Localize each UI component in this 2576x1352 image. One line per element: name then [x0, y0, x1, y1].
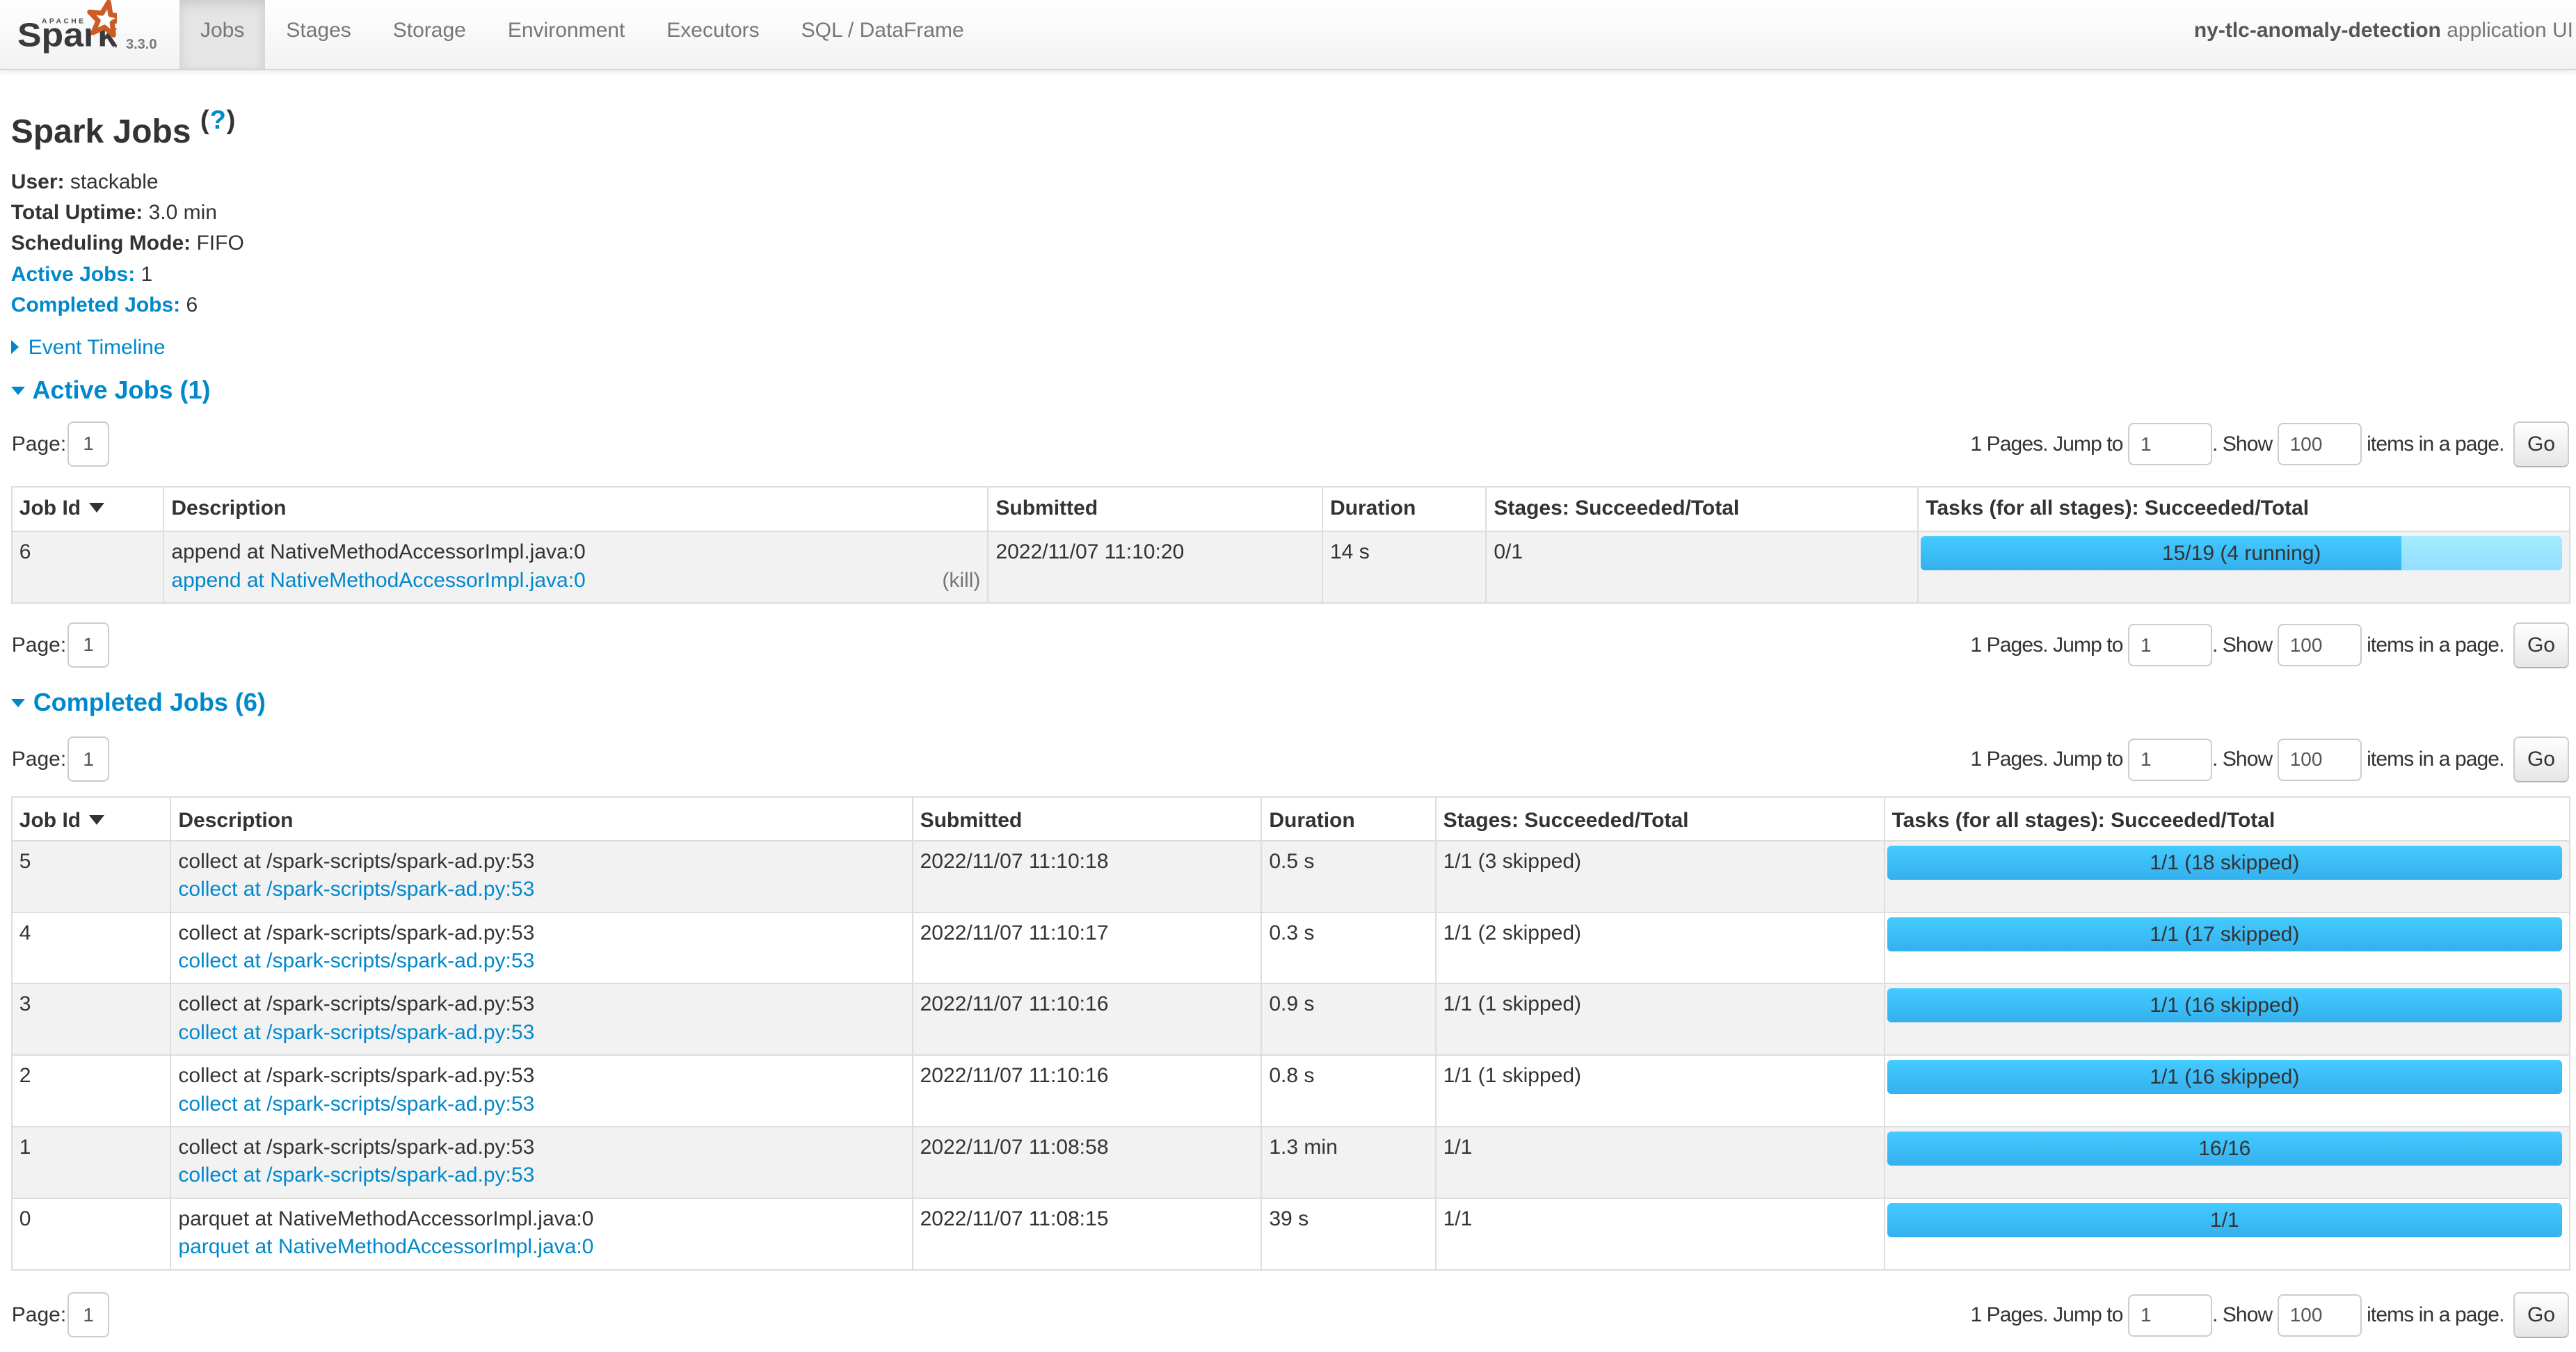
svg-text:™: ™	[112, 45, 117, 51]
